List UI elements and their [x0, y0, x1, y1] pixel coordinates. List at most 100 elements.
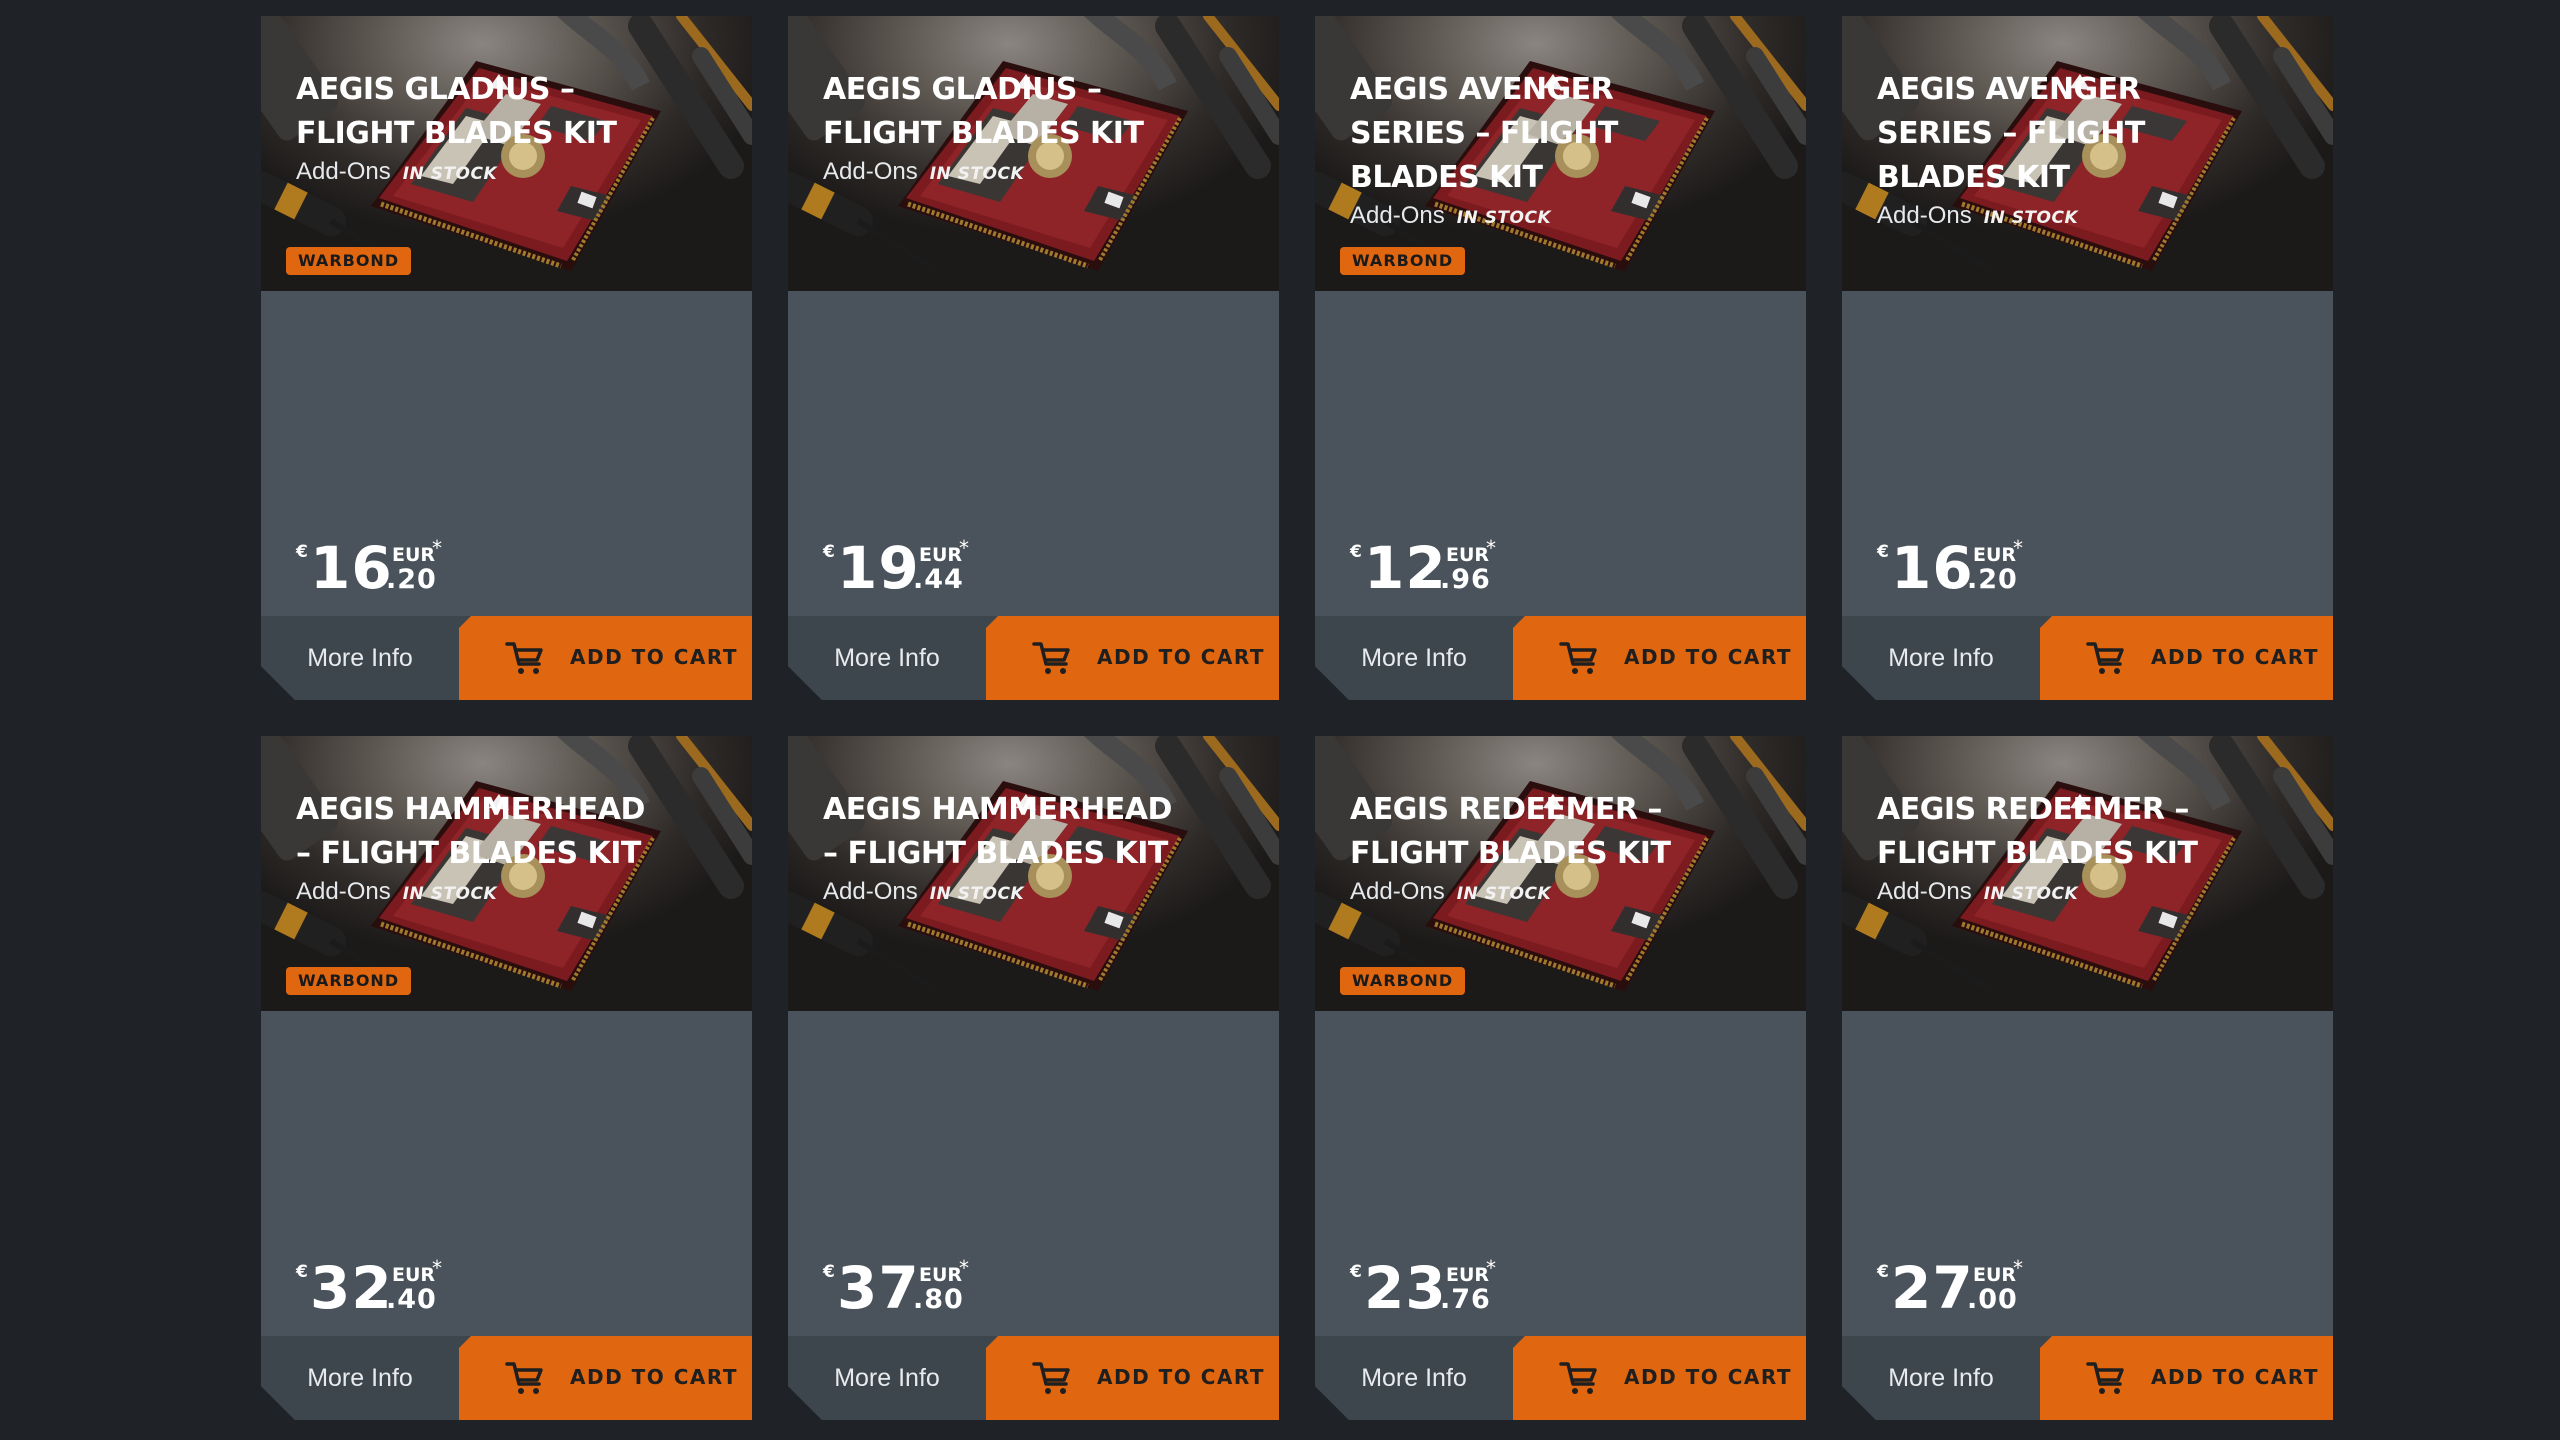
more-info-button[interactable]: More Info — [1315, 616, 1513, 700]
product-title-line: FLIGHT BLADES KIT — [296, 116, 617, 151]
add-to-cart-button[interactable]: ADD TO CART — [2040, 1336, 2333, 1420]
currency-symbol: € — [1877, 542, 1889, 562]
more-info-button[interactable]: More Info — [788, 1336, 986, 1420]
shopping-cart-icon — [505, 1360, 545, 1396]
price-whole: 37 — [837, 1254, 920, 1322]
product-meta: Add-Ons IN STOCK — [1350, 878, 1551, 906]
stock-status: IN STOCK — [1456, 884, 1552, 904]
stock-status: IN STOCK — [1456, 208, 1552, 228]
price-whole: 16 — [1891, 534, 1974, 602]
price-whole: 23 — [1364, 1254, 1447, 1322]
add-to-cart-label: ADD TO CART — [1624, 645, 1793, 669]
price-cents: .40 — [386, 1284, 437, 1315]
price-asterisk: * — [2013, 536, 2023, 560]
price-cents: .00 — [1967, 1284, 2018, 1315]
product-card[interactable]: AEGIS REDEEMER – FLIGHT BLADES KIT Add-On… — [1842, 736, 2333, 1420]
price-asterisk: * — [959, 1256, 969, 1280]
card-footer: More Info ADD TO CART — [788, 1336, 1279, 1420]
product-meta: Add-Ons IN STOCK — [823, 158, 1024, 186]
product-card[interactable]: WARBOND AEGIS AVENGER SERIES – FLIGHT BLAD… — [1315, 16, 1806, 700]
product-title[interactable]: AEGIS GLADIUS – FLIGHT BLADES KIT — [296, 68, 716, 156]
add-to-cart-label: ADD TO CART — [2151, 645, 2320, 669]
product-title-line: AEGIS AVENGER — [1350, 72, 1614, 107]
card-footer: More Info ADD TO CART — [1842, 1336, 2333, 1420]
stock-status: IN STOCK — [929, 884, 1025, 904]
more-info-button[interactable]: More Info — [261, 1336, 459, 1420]
add-to-cart-button[interactable]: ADD TO CART — [1513, 1336, 1806, 1420]
currency-symbol: € — [1877, 1262, 1889, 1282]
warbond-badge: WARBOND — [286, 247, 411, 275]
product-title[interactable]: AEGIS REDEEMER – FLIGHT BLADES KIT — [1350, 788, 1770, 876]
add-to-cart-button[interactable]: ADD TO CART — [986, 616, 1279, 700]
product-title-line: – FLIGHT BLADES KIT — [296, 836, 641, 871]
product-category: Add-Ons — [1877, 878, 1972, 905]
product-title[interactable]: AEGIS GLADIUS – FLIGHT BLADES KIT — [823, 68, 1243, 156]
add-to-cart-label: ADD TO CART — [570, 645, 739, 669]
shopping-cart-icon — [1559, 640, 1599, 676]
add-to-cart-label: ADD TO CART — [1097, 1365, 1266, 1389]
product-meta: Add-Ons IN STOCK — [823, 878, 1024, 906]
product-grid: WARBOND AEGIS GLADIUS – FLIGHT BLADES KIT… — [261, 16, 2333, 1420]
product-title-line: AEGIS REDEEMER – — [1350, 792, 1662, 827]
more-info-button[interactable]: More Info — [1842, 616, 2040, 700]
product-card[interactable]: AEGIS AVENGER SERIES – FLIGHT BLADES KIT A… — [1842, 16, 2333, 700]
price-cents: .80 — [913, 1284, 964, 1315]
price-whole: 12 — [1364, 534, 1447, 602]
add-to-cart-button[interactable]: ADD TO CART — [986, 1336, 1279, 1420]
product-category: Add-Ons — [1877, 202, 1972, 229]
product-title-line: AEGIS HAMMERHEAD — [296, 792, 645, 827]
product-category: Add-Ons — [296, 878, 391, 905]
price-asterisk: * — [2013, 1256, 2023, 1280]
more-info-button[interactable]: More Info — [1315, 1336, 1513, 1420]
card-footer: More Info ADD TO CART — [261, 1336, 752, 1420]
currency-code: EUR — [1973, 544, 2017, 566]
price-cents: .96 — [1440, 564, 1491, 595]
stock-status: IN STOCK — [402, 884, 498, 904]
currency-symbol: € — [296, 542, 308, 562]
more-info-button[interactable]: More Info — [261, 616, 459, 700]
add-to-cart-button[interactable]: ADD TO CART — [1513, 616, 1806, 700]
price-cents: .20 — [386, 564, 437, 595]
product-category: Add-Ons — [296, 158, 391, 185]
product-title[interactable]: AEGIS HAMMERHEAD – FLIGHT BLADES KIT — [296, 788, 716, 876]
add-to-cart-button[interactable]: ADD TO CART — [2040, 616, 2333, 700]
more-info-button[interactable]: More Info — [1842, 1336, 2040, 1420]
price-whole: 19 — [837, 534, 920, 602]
price-asterisk: * — [432, 1256, 442, 1280]
currency-code: EUR — [919, 1264, 963, 1286]
price-asterisk: * — [1486, 1256, 1496, 1280]
product-title[interactable]: AEGIS HAMMERHEAD – FLIGHT BLADES KIT — [823, 788, 1243, 876]
currency-symbol: € — [1350, 1262, 1362, 1282]
product-card[interactable]: AEGIS HAMMERHEAD – FLIGHT BLADES KIT Add-… — [788, 736, 1279, 1420]
stock-status: IN STOCK — [1983, 208, 2079, 228]
add-to-cart-button[interactable]: ADD TO CART — [459, 616, 752, 700]
shopping-cart-icon — [2086, 640, 2126, 676]
card-footer: More Info ADD TO CART — [788, 616, 1279, 700]
currency-code: EUR — [392, 544, 436, 566]
add-to-cart-label: ADD TO CART — [1624, 1365, 1793, 1389]
product-category: Add-Ons — [823, 158, 918, 185]
card-footer: More Info ADD TO CART — [261, 616, 752, 700]
product-category: Add-Ons — [1350, 202, 1445, 229]
product-card[interactable]: AEGIS GLADIUS – FLIGHT BLADES KIT Add-Ons… — [788, 16, 1279, 700]
product-card[interactable]: WARBOND AEGIS REDEEMER – FLIGHT BLADES KI… — [1315, 736, 1806, 1420]
add-to-cart-button[interactable]: ADD TO CART — [459, 1336, 752, 1420]
product-title-line: BLADES KIT — [1350, 160, 1543, 195]
more-info-button[interactable]: More Info — [788, 616, 986, 700]
product-title[interactable]: AEGIS REDEEMER – FLIGHT BLADES KIT — [1877, 788, 2297, 876]
product-title[interactable]: AEGIS AVENGER SERIES – FLIGHT BLADES KIT — [1877, 68, 2297, 200]
product-title-line: FLIGHT BLADES KIT — [823, 116, 1144, 151]
price-whole: 27 — [1891, 1254, 1974, 1322]
shopping-cart-icon — [505, 640, 545, 676]
currency-code: EUR — [919, 544, 963, 566]
product-category: Add-Ons — [1350, 878, 1445, 905]
currency-code: EUR — [1446, 544, 1490, 566]
product-meta: Add-Ons IN STOCK — [1350, 202, 1551, 230]
add-to-cart-label: ADD TO CART — [570, 1365, 739, 1389]
product-title[interactable]: AEGIS AVENGER SERIES – FLIGHT BLADES KIT — [1350, 68, 1770, 200]
product-card[interactable]: WARBOND AEGIS GLADIUS – FLIGHT BLADES KIT… — [261, 16, 752, 700]
price-cents: .76 — [1440, 1284, 1491, 1315]
price-whole: 16 — [310, 534, 393, 602]
product-card[interactable]: WARBOND AEGIS HAMMERHEAD – FLIGHT BLADES … — [261, 736, 752, 1420]
price-asterisk: * — [432, 536, 442, 560]
